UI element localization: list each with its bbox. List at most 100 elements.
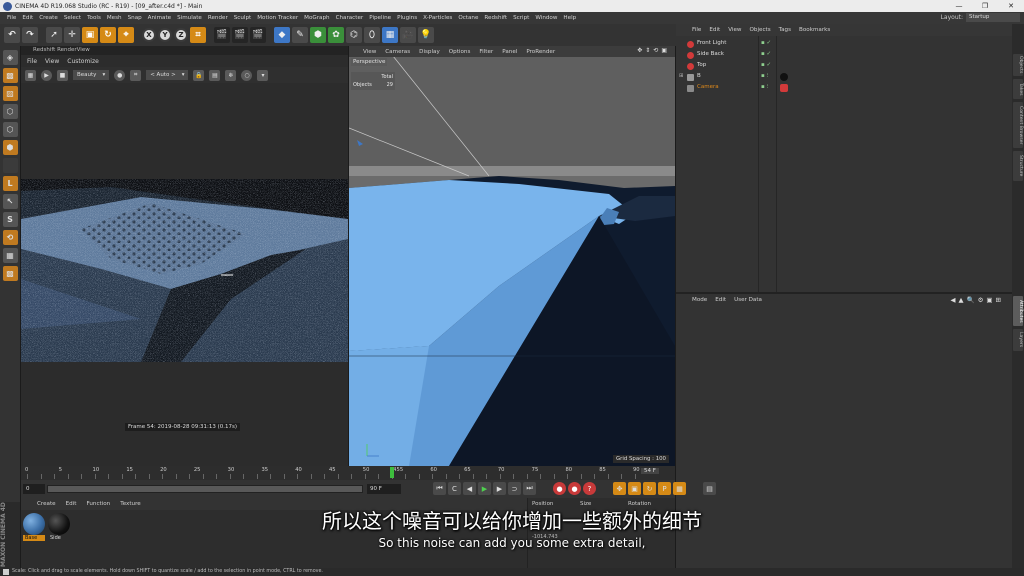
renderview-menu-view[interactable]: View [45, 58, 59, 65]
recent-tools-icon[interactable]: ⌖ [118, 27, 134, 43]
rotation-key-icon[interactable]: ↻ [643, 482, 656, 495]
material-tag-icon[interactable] [780, 73, 788, 81]
locked-workplane-icon[interactable]: ▦ [2, 248, 18, 263]
menu-file[interactable]: File [4, 15, 19, 21]
workplane-icon[interactable]: ⟲ [2, 230, 18, 245]
protection-tag-icon[interactable] [780, 84, 788, 92]
object-row[interactable]: Side Back ▪ ✓ [676, 50, 1012, 61]
viewport-menu-filter[interactable]: Filter [479, 49, 493, 55]
cube-icon[interactable]: ◆ [274, 27, 290, 43]
tab-structure[interactable]: Structure [1013, 151, 1023, 181]
tweak-mode-icon[interactable]: ↖ [2, 194, 18, 209]
tab-layers[interactable]: Layers [1013, 329, 1023, 351]
prev-frame-icon[interactable]: ◀ [463, 482, 476, 495]
current-frame-field[interactable]: 54 F [641, 468, 659, 474]
menu-simulate[interactable]: Simulate [174, 15, 205, 21]
viewport-menu-cameras[interactable]: Cameras [385, 49, 410, 55]
menu-motion-tracker[interactable]: Motion Tracker [254, 15, 301, 21]
aov-select[interactable]: Beauty ▾ [73, 70, 110, 80]
model-mode-icon[interactable]: ▩ [2, 68, 18, 83]
attr-nav-icons[interactable]: ◀▲🔍⚙▣⊞ [950, 296, 1004, 304]
minimize-button[interactable]: — [946, 0, 972, 12]
tab-takes[interactable]: Takes [1013, 79, 1023, 99]
camera-icon[interactable]: 🎥 [400, 27, 416, 43]
move-tool-icon[interactable]: ✛ [64, 27, 80, 43]
min-frame-field[interactable]: 0 [23, 484, 45, 494]
bucket-icon[interactable]: ▤ [209, 69, 221, 81]
snapping-icon[interactable]: S [2, 212, 18, 227]
attr-menu-user-data[interactable]: User Data [734, 297, 762, 303]
next-key-icon[interactable]: ⊃ [508, 482, 521, 495]
coordinate-system-icon[interactable]: ⌗ [190, 27, 206, 43]
scale-key-icon[interactable]: ▣ [628, 482, 641, 495]
film-icon[interactable]: ▦ [25, 69, 36, 81]
viewport-menu-display[interactable]: Display [419, 49, 440, 55]
point-level-icon[interactable]: ▦ [673, 482, 686, 495]
next-frame-icon[interactable]: ▶ [493, 482, 506, 495]
viewport-menu-prorender[interactable]: ProRender [526, 49, 555, 55]
goto-start-icon[interactable]: ⏮ [433, 482, 446, 495]
deformer-icon[interactable]: ⌬ [346, 27, 362, 43]
perspective-viewport[interactable]: View Cameras Display Options Filter Pane… [349, 46, 675, 466]
renderview-menu-file[interactable]: File [27, 58, 37, 65]
live-selection-icon[interactable]: ➚ [46, 27, 62, 43]
viewport-menu-view[interactable]: View [363, 49, 376, 55]
timeline-ruler[interactable]: 05101520253035404550545560657075808590 5… [21, 466, 675, 480]
play-icon[interactable]: ▶ [478, 482, 491, 495]
menu-tools[interactable]: Tools [84, 15, 104, 21]
stop-render-icon[interactable]: ■ [57, 69, 68, 81]
redo-icon[interactable]: ↷ [22, 27, 38, 43]
layout-select[interactable]: Startup [966, 13, 1020, 22]
prev-key-icon[interactable]: C [448, 482, 461, 495]
texture-mode-icon[interactable]: ▨ [2, 86, 18, 101]
expand-icon[interactable]: ⊞ [679, 73, 684, 79]
visibility-check-icon[interactable]: ▪ ✓ [761, 51, 771, 57]
renderview-menu-customize[interactable]: Customize [67, 58, 99, 65]
circle-icon[interactable]: ○ [241, 69, 253, 81]
menu-plugins[interactable]: Plugins [394, 15, 420, 21]
param-key-icon[interactable]: P [658, 482, 671, 495]
z-axis-lock-button[interactable]: Z [174, 28, 188, 42]
points-mode-icon[interactable]: ⬡ [2, 104, 18, 119]
render-settings-icon[interactable]: 🎬 [250, 27, 266, 43]
viewport-menu-options[interactable]: Options [449, 49, 471, 55]
visibility-check-icon[interactable]: ▪ ⁝ [761, 84, 768, 90]
menu-octane[interactable]: Octane [455, 15, 481, 21]
menu-snap[interactable]: Snap [125, 15, 145, 21]
rotate-tool-icon[interactable]: ↻ [100, 27, 116, 43]
menu-select[interactable]: Select [61, 15, 84, 21]
viewport-nav-icons[interactable]: ✥⇕⟲▣ [637, 47, 670, 54]
attr-menu-mode[interactable]: Mode [692, 297, 707, 303]
cloner-icon[interactable]: ✿ [328, 27, 344, 43]
edges-mode-icon[interactable]: ⬡ [2, 122, 18, 137]
menu-render[interactable]: Render [205, 15, 231, 21]
snapshot-icon[interactable]: ● [114, 69, 126, 81]
maximize-button[interactable]: ❐ [972, 0, 998, 12]
om-menu-bookmarks[interactable]: Bookmarks [799, 27, 830, 33]
attr-menu-edit[interactable]: Edit [715, 297, 726, 303]
viewport-menu-panel[interactable]: Panel [502, 49, 517, 55]
menu-animate[interactable]: Animate [145, 15, 174, 21]
om-menu-edit[interactable]: Edit [709, 27, 720, 33]
light-icon[interactable]: 💡 [418, 27, 434, 43]
lock-icon[interactable]: 🔒 [193, 69, 205, 81]
crop-icon[interactable]: ⌗ [130, 69, 142, 81]
tab-content-browser[interactable]: Content Browser [1013, 102, 1023, 148]
render-view-icon[interactable]: 🎬 [214, 27, 230, 43]
camera-select[interactable]: < Auto > ▾ [146, 70, 189, 80]
object-row[interactable]: Top ▪ ✓ [676, 61, 1012, 72]
undo-icon[interactable]: ↶ [4, 27, 20, 43]
goto-end-icon[interactable]: ⏭ [523, 482, 536, 495]
tab-attributes[interactable]: Attributes [1013, 296, 1023, 326]
planar-workplane-icon[interactable]: ▩ [2, 266, 18, 281]
menu-edit[interactable]: Edit [19, 15, 36, 21]
subdivision-surface-icon[interactable]: ⬢ [310, 27, 326, 43]
snowflake-icon[interactable]: ❄ [225, 69, 237, 81]
autokey-icon[interactable]: ● [568, 482, 581, 495]
current-frame-marker[interactable] [390, 467, 394, 478]
menu-script[interactable]: Script [510, 15, 532, 21]
scale-tool-icon[interactable]: ▣ [82, 27, 98, 43]
menu-mesh[interactable]: Mesh [104, 15, 125, 21]
om-menu-view[interactable]: View [728, 27, 741, 33]
record-icon[interactable]: ● [553, 482, 566, 495]
